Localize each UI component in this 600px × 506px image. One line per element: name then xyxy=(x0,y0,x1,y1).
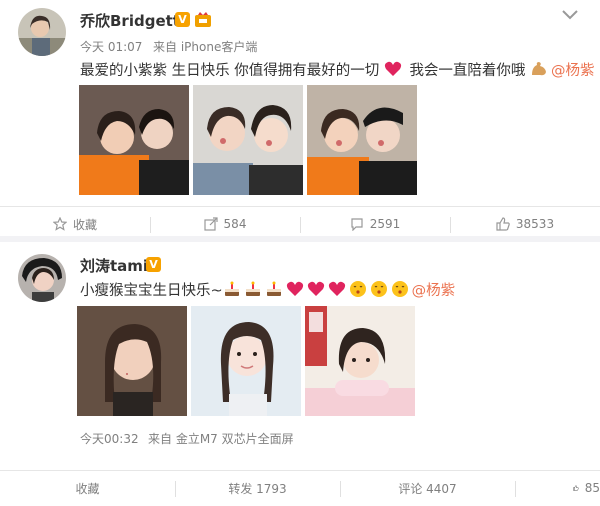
post-text-part1: 最爱的小紫紫 生日快乐 你值得拥有最好的一切 xyxy=(80,63,380,79)
red-heart-icon xyxy=(286,280,304,298)
kissing-face-icon xyxy=(349,280,367,298)
repost-count: 584 xyxy=(223,217,247,231)
mention-link[interactable]: @杨紫 xyxy=(412,283,456,299)
post-photo[interactable] xyxy=(77,306,187,416)
like-button[interactable]: 38533 xyxy=(450,207,600,241)
red-heart-icon xyxy=(328,280,346,298)
comment-count: 2591 xyxy=(369,217,401,231)
repost-label: 转发 1793 xyxy=(228,481,287,496)
post-photo[interactable] xyxy=(191,306,301,416)
post-photo[interactable] xyxy=(79,85,189,195)
avatar[interactable] xyxy=(18,8,66,56)
thumbs-up-icon xyxy=(573,485,579,491)
post-source[interactable]: 来自 iPhone客户端 xyxy=(153,38,257,55)
comment-button[interactable]: 2591 xyxy=(300,207,450,241)
comment-label: 评论 4407 xyxy=(398,481,457,496)
post-photo[interactable] xyxy=(305,306,415,416)
post-text: 最爱的小紫紫 生日快乐 你值得拥有最好的一切 我会一直陪着你哦 @杨紫 xyxy=(80,60,595,81)
comment-icon xyxy=(351,218,363,231)
kissing-face-icon xyxy=(391,280,409,298)
kissing-face-icon xyxy=(370,280,388,298)
action-bar: 收藏 584 2591 38533 xyxy=(0,206,600,240)
star-icon xyxy=(52,217,67,231)
weibo-post-2: 刘涛tamia V 小瘦猴宝宝生日快乐~ @杨紫 今天00:32 来自 金立M7… xyxy=(0,242,600,506)
favorite-label: 收藏 xyxy=(72,217,97,232)
comment-button[interactable]: 评论 4407 xyxy=(340,471,515,505)
weibo-post-1: 乔欣Bridgette V 今天 01:07 来自 iPhone客户端 最爱的小… xyxy=(0,0,600,236)
post-time[interactable]: 今天00:32 xyxy=(80,430,139,447)
favorite-button[interactable]: 收藏 xyxy=(0,471,175,505)
verified-badge: V xyxy=(146,257,161,272)
avatar[interactable] xyxy=(18,254,66,302)
chevron-down-icon[interactable] xyxy=(562,10,578,20)
post-text-part1: 小瘦猴宝宝生日快乐~ xyxy=(80,283,223,299)
mention-link[interactable]: @杨紫 xyxy=(551,63,595,79)
red-heart-icon xyxy=(384,60,402,78)
vip-crown-icon xyxy=(195,12,211,27)
birthday-cake-icon xyxy=(265,280,283,298)
like-count: 85 xyxy=(584,481,600,495)
post-text: 小瘦猴宝宝生日快乐~ @杨紫 xyxy=(80,280,455,301)
repost-button[interactable]: 584 xyxy=(150,207,300,241)
username[interactable]: 乔欣Bridgette xyxy=(80,10,190,31)
favorite-label: 收藏 xyxy=(75,481,100,496)
repost-button[interactable]: 转发 1793 xyxy=(175,471,340,505)
post-photo[interactable] xyxy=(193,85,303,195)
post-text-part2: 我会一直陪着你哦 xyxy=(409,63,526,79)
like-count: 38533 xyxy=(515,217,555,231)
like-button[interactable]: 85 xyxy=(555,471,600,505)
flexed-biceps-icon xyxy=(530,60,548,78)
thumbs-up-icon xyxy=(496,217,510,231)
verified-badge: V xyxy=(175,12,190,27)
post-source[interactable]: 来自 金立M7 双芯片全面屏 xyxy=(148,430,294,447)
divider xyxy=(515,481,516,497)
action-bar: 收藏 转发 1793 评论 4407 85 xyxy=(0,470,600,506)
repost-icon xyxy=(203,217,218,231)
red-heart-icon xyxy=(307,280,325,298)
birthday-cake-icon xyxy=(223,280,241,298)
birthday-cake-icon xyxy=(244,280,262,298)
favorite-button[interactable]: 收藏 xyxy=(0,207,150,241)
post-time[interactable]: 今天 01:07 xyxy=(80,38,142,55)
post-photo[interactable] xyxy=(307,85,417,195)
